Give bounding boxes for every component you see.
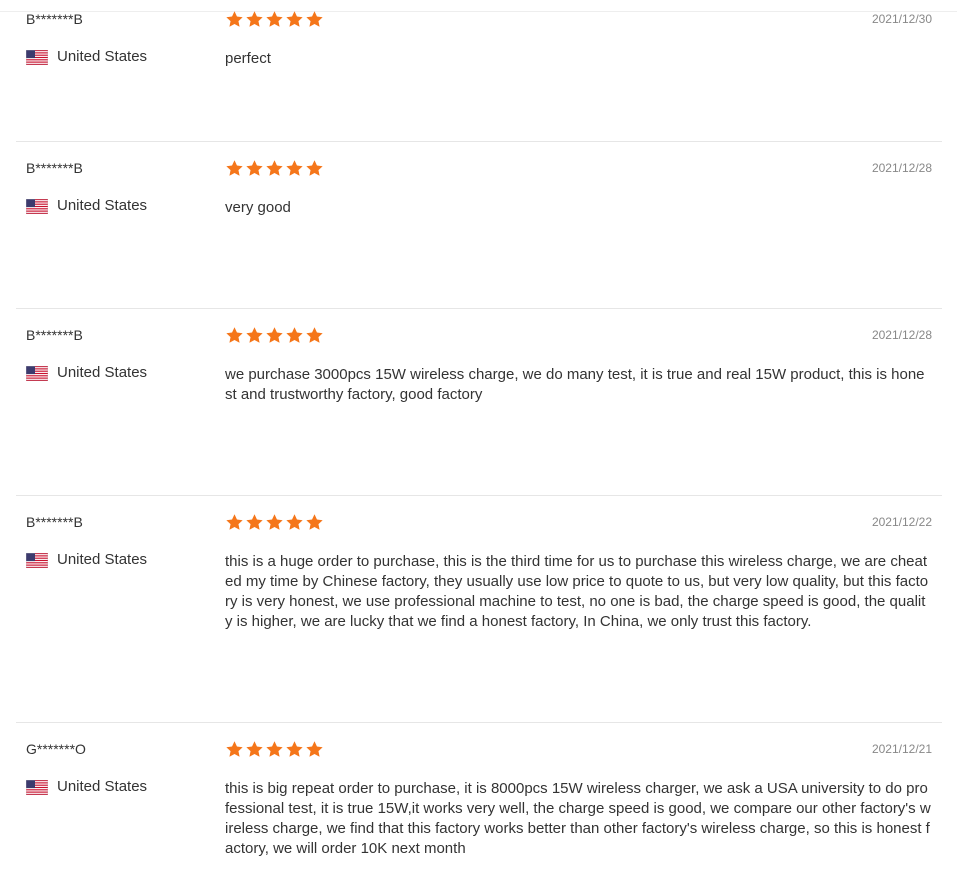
country-label: United States <box>57 197 148 214</box>
review-item: B*******B United States 2021/12/30 perfect <box>16 0 942 142</box>
country-label: United States <box>57 551 148 568</box>
reviewer-name: B*******B <box>26 11 83 27</box>
star-icon <box>305 513 324 532</box>
country-label: United States <box>57 364 148 381</box>
reviewer-country: United States <box>26 364 147 382</box>
reviewer-country: United States <box>26 778 147 796</box>
review-date: 2021/12/30 <box>871 12 932 26</box>
reviewer-country: United States <box>26 197 147 215</box>
star-icon <box>245 513 264 532</box>
star-icon <box>305 740 324 759</box>
star-icon <box>225 159 244 178</box>
star-icon <box>285 159 304 178</box>
rating-stars <box>225 10 324 29</box>
country-label: United States <box>57 778 148 795</box>
review-date: 2021/12/21 <box>871 742 932 756</box>
star-icon <box>265 159 284 178</box>
star-icon <box>265 326 284 345</box>
review-item: B*******B United States 2021/12/28 we purch… <box>16 309 942 496</box>
star-icon <box>245 10 264 29</box>
reviewer-name: B*******B <box>26 514 83 530</box>
review-content: we purchase 3000pcs 15W wireless charge,… <box>225 366 925 403</box>
star-icon <box>225 740 244 759</box>
review-content: this is a huge order to purchase, this i… <box>225 553 929 630</box>
star-icon <box>265 513 284 532</box>
star-icon <box>305 159 324 178</box>
review-date: 2021/12/28 <box>871 161 932 175</box>
us-flag-icon <box>26 552 48 568</box>
us-flag-icon <box>26 198 48 214</box>
reviewer-name: G*******O <box>26 741 86 757</box>
review-item: G*******O United States 2021/12/21 this is … <box>16 723 942 893</box>
us-flag-icon <box>26 779 48 795</box>
us-flag-icon <box>26 49 48 65</box>
review-item: B*******B United States 2021/12/28 very goo… <box>16 142 942 309</box>
star-icon <box>225 326 244 345</box>
rating-stars <box>225 326 324 345</box>
star-icon <box>245 326 264 345</box>
review-content: very good <box>225 199 291 216</box>
star-icon <box>305 326 324 345</box>
rating-stars <box>225 740 324 759</box>
review-date: 2021/12/22 <box>871 515 932 529</box>
reviewer-country: United States <box>26 551 147 569</box>
star-icon <box>285 513 304 532</box>
star-icon <box>265 740 284 759</box>
rating-stars <box>225 513 324 532</box>
rating-stars <box>225 159 324 178</box>
star-icon <box>245 159 264 178</box>
review-content: perfect <box>225 50 271 67</box>
country-label: United States <box>57 48 148 65</box>
star-icon <box>285 740 304 759</box>
star-icon <box>285 326 304 345</box>
star-icon <box>225 513 244 532</box>
review-item: B*******B United States 2021/12/22 this is … <box>16 496 942 723</box>
star-icon <box>265 10 284 29</box>
star-icon <box>225 10 244 29</box>
us-flag-icon <box>26 365 48 381</box>
star-icon <box>285 10 304 29</box>
review-content: this is big repeat order to purchase, it… <box>225 780 931 857</box>
star-icon <box>305 10 324 29</box>
reviewer-name: B*******B <box>26 160 83 176</box>
review-date: 2021/12/28 <box>871 328 932 342</box>
reviewer-name: B*******B <box>26 327 83 343</box>
star-icon <box>245 740 264 759</box>
reviewer-country: United States <box>26 48 147 66</box>
